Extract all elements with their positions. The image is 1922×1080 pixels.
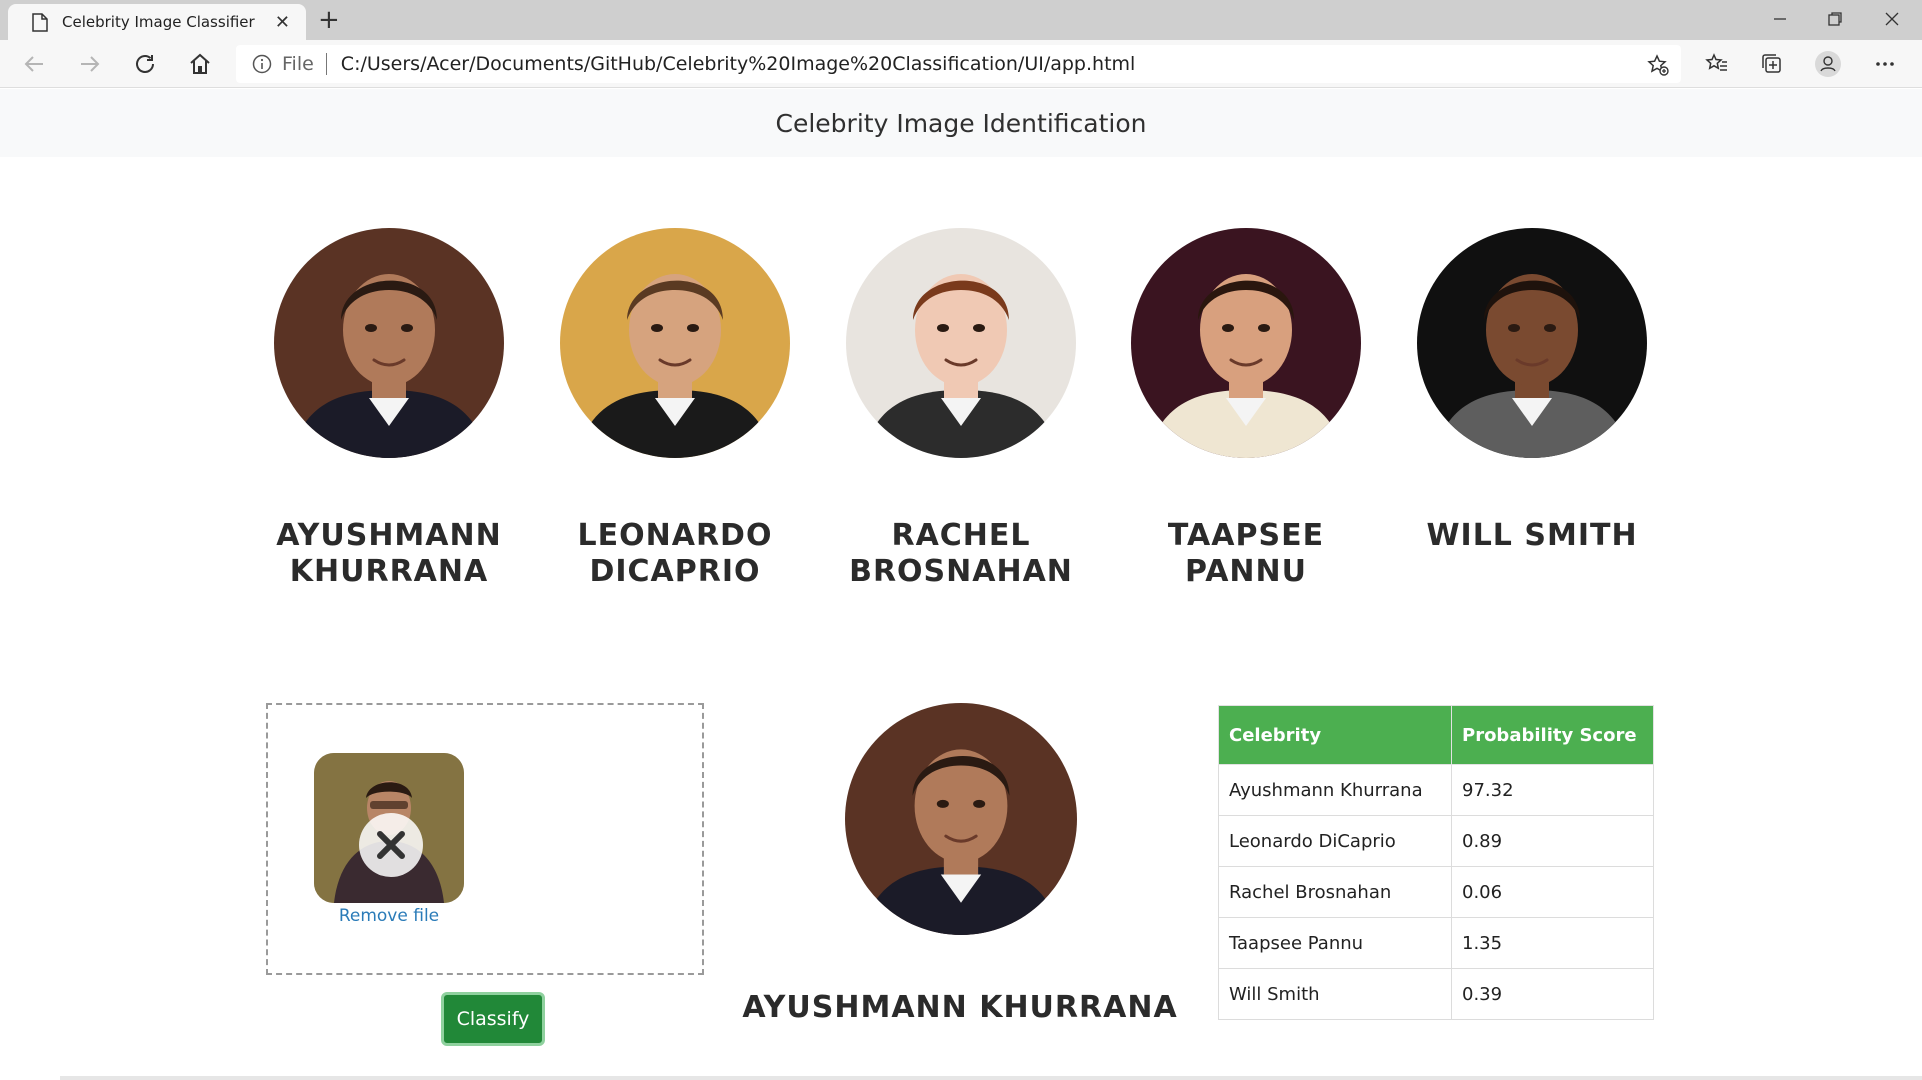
- column-header-score: Probability Score: [1451, 705, 1654, 765]
- celebrity-cell: Leonardo DiCaprio: [1218, 815, 1452, 867]
- minimize-icon[interactable]: [1760, 6, 1800, 32]
- page-icon: [32, 12, 48, 32]
- new-tab-icon[interactable]: +: [318, 5, 340, 35]
- refresh-icon[interactable]: [131, 50, 159, 78]
- result-avatar: [845, 703, 1077, 935]
- address-bar[interactable]: File C:/Users/Acer/Documents/GitHub/Cele…: [236, 45, 1681, 83]
- horizontal-scrollbar[interactable]: [60, 1076, 1922, 1080]
- url-text[interactable]: C:/Users/Acer/Documents/GitHub/Celebrity…: [341, 53, 1136, 75]
- home-icon[interactable]: [186, 50, 214, 78]
- tab-title: Celebrity Image Classifier: [62, 13, 255, 31]
- table-header-row: Celebrity Probability Score: [1218, 705, 1654, 765]
- score-cell: 1.35: [1451, 917, 1654, 969]
- address-divider: [325, 53, 327, 75]
- back-icon[interactable]: [20, 50, 48, 78]
- celebrity-avatar: [560, 228, 790, 458]
- probability-table: Celebrity Probability Score Ayushmann Kh…: [1218, 705, 1654, 1020]
- celebrity-name: RACHEL BROSNAHAN: [849, 518, 1073, 589]
- classify-button[interactable]: Classify: [441, 992, 545, 1046]
- restore-icon[interactable]: [1815, 6, 1855, 32]
- info-icon[interactable]: [252, 54, 272, 74]
- celebrity-card: RACHEL BROSNAHAN: [821, 228, 1101, 590]
- celebrity-name: AYUSHMANN KHURRANA: [276, 518, 502, 589]
- celebrity-cell: Will Smith: [1218, 968, 1452, 1020]
- table-row: Will Smith 0.39: [1218, 968, 1654, 1020]
- celebrity-name: TAAPSEE PANNU: [1167, 518, 1325, 589]
- favorites-icon[interactable]: [1703, 50, 1731, 78]
- result-name: AYUSHMANN KHURRANA: [742, 990, 1178, 1025]
- celebrity-card: AYUSHMANN KHURRANA: [249, 228, 529, 590]
- celebrity-avatar: [846, 228, 1076, 458]
- table-row: Taapsee Pannu 1.35: [1218, 917, 1654, 969]
- scheme-label: File: [282, 53, 314, 75]
- collections-icon[interactable]: [1758, 50, 1786, 78]
- browser-tab-strip: Celebrity Image Classifier ✕ +: [0, 0, 1922, 40]
- browser-toolbar: File C:/Users/Acer/Documents/GitHub/Cele…: [0, 40, 1922, 88]
- celebrity-cell: Ayushmann Khurrana: [1218, 764, 1452, 816]
- table-row: Rachel Brosnahan 0.06: [1218, 866, 1654, 918]
- close-window-icon[interactable]: [1872, 6, 1912, 32]
- score-cell: 97.32: [1451, 764, 1654, 816]
- page-title: Celebrity Image Identification: [775, 108, 1147, 138]
- score-cell: 0.06: [1451, 866, 1654, 918]
- table-row: Ayushmann Khurrana 97.32: [1218, 764, 1654, 816]
- celebrity-name: LEONARDO DICAPRIO: [577, 518, 773, 589]
- more-menu-icon[interactable]: [1871, 50, 1899, 78]
- score-cell: 0.39: [1451, 968, 1654, 1020]
- celebrity-card: LEONARDO DICAPRIO: [535, 228, 815, 590]
- column-header-celebrity: Celebrity: [1218, 705, 1452, 765]
- celebrity-avatar: [1131, 228, 1361, 458]
- table-row: Leonardo DiCaprio 0.89: [1218, 815, 1654, 867]
- remove-file-icon[interactable]: [359, 813, 423, 877]
- page-header: Celebrity Image Identification: [0, 89, 1922, 157]
- celebrity-card: TAAPSEE PANNU: [1106, 228, 1386, 590]
- celebrity-card: WILL SMITH: [1392, 228, 1672, 554]
- profile-icon[interactable]: [1814, 50, 1842, 78]
- forward-icon[interactable]: [76, 50, 104, 78]
- browser-tab[interactable]: Celebrity Image Classifier ✕: [8, 4, 306, 40]
- celebrity-cell: Rachel Brosnahan: [1218, 866, 1452, 918]
- close-tab-icon[interactable]: ✕: [275, 12, 290, 33]
- celebrity-avatar: [1417, 228, 1647, 458]
- remove-file-link[interactable]: Remove file: [314, 906, 464, 926]
- add-favorite-icon[interactable]: [1647, 54, 1669, 76]
- score-cell: 0.89: [1451, 815, 1654, 867]
- celebrity-name: WILL SMITH: [1426, 518, 1638, 553]
- file-dropzone[interactable]: Remove file: [266, 703, 704, 975]
- celebrity-cell: Taapsee Pannu: [1218, 917, 1452, 969]
- celebrity-avatar: [274, 228, 504, 458]
